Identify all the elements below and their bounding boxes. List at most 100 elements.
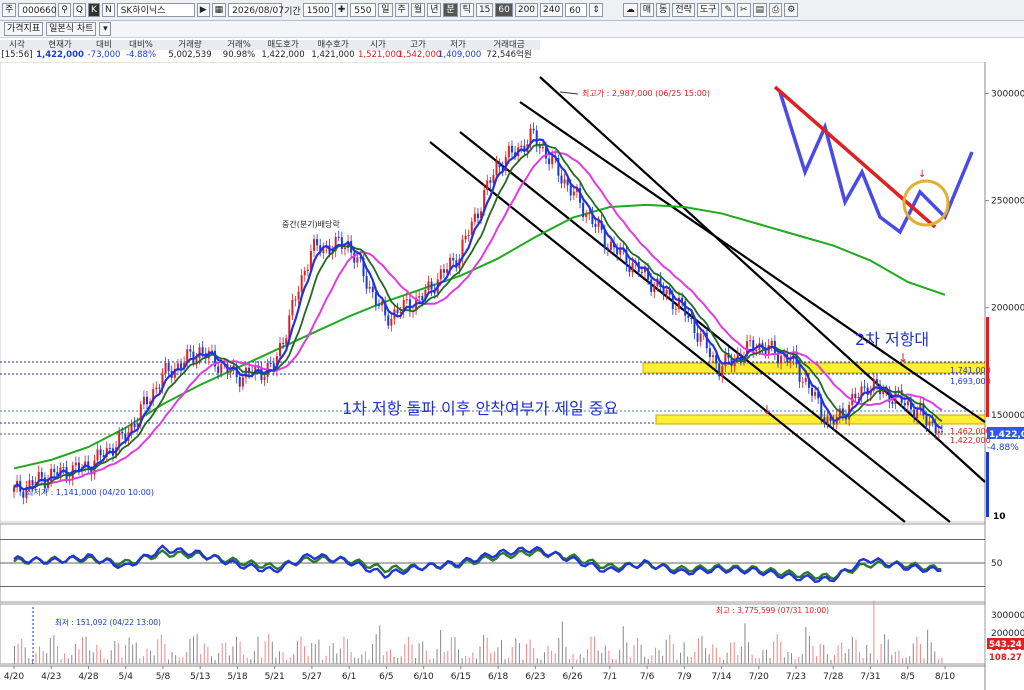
strategy-button[interactable]: 전략 [672, 3, 695, 17]
minute-60-button[interactable]: 60 [495, 3, 513, 17]
quote-col-6: 매도호가 1,422,000 [258, 40, 308, 61]
candle-body [548, 158, 551, 165]
candle-body [712, 355, 715, 357]
volume-bar [42, 651, 44, 664]
x-tick-label: 8/10 [935, 672, 955, 682]
candle-body [229, 370, 232, 373]
unit-week-button[interactable]: 주 [394, 3, 409, 17]
type-select[interactable]: 주 [2, 3, 17, 17]
code-input[interactable]: 000660 [18, 3, 57, 17]
volume-bar [404, 643, 406, 664]
n-button[interactable]: N [101, 3, 115, 17]
resistance-1-text: 1차 저항 돌파 이후 안착여부가 제일 중요 [342, 399, 618, 418]
volume-bar [74, 643, 76, 664]
period-input[interactable]: 1500 [302, 3, 333, 17]
calendar-icon[interactable]: ▦ [211, 3, 227, 17]
stock-name-field[interactable]: SK하이닉스 [116, 3, 195, 17]
volume-bar [726, 652, 728, 664]
unit-minute-button[interactable]: 분 [443, 3, 458, 17]
arrow-down-icon: ↓ [898, 351, 908, 365]
volume-bar [368, 659, 370, 664]
volume-bar [902, 657, 904, 664]
volume-bar [407, 637, 409, 664]
volume-bar [719, 656, 721, 664]
date-input[interactable]: 2026/08/07 [228, 3, 284, 17]
volume-tick-label: 300000 [991, 611, 1024, 621]
volume-bar [622, 626, 624, 664]
unit-year-button[interactable]: 년 [427, 3, 442, 17]
quote-header: 시각 [0, 40, 34, 50]
volume-bar [321, 659, 323, 664]
volume-bar [486, 637, 488, 664]
sketch-zigzag [778, 91, 974, 235]
candle-body [297, 291, 300, 300]
volume-bar [282, 652, 284, 664]
minute-200-button[interactable]: 200 [514, 3, 539, 17]
volume-bar [916, 636, 918, 664]
x-tick-label: 6/23 [525, 672, 545, 682]
volume-bar [343, 636, 345, 664]
volume-bar [422, 641, 424, 664]
settings-icon[interactable]: ⚙ [784, 3, 799, 17]
zoom-icon[interactable]: ✚ [334, 3, 349, 17]
candle-body [875, 379, 878, 385]
candle-body [631, 262, 634, 273]
search-icon[interactable]: ⚲ [58, 3, 71, 17]
volume-bar [39, 646, 41, 664]
scissors-icon[interactable]: ✂ [737, 3, 751, 17]
tools-button[interactable]: 도구 [696, 3, 720, 17]
unit-month-button[interactable]: 월 [410, 3, 426, 17]
unit-day-button[interactable]: 일 [378, 3, 393, 17]
volume-bar [690, 656, 692, 664]
x-tick-label: 7/28 [823, 672, 843, 682]
quote-value: 1,422,000 [36, 50, 84, 60]
candle-body [217, 366, 220, 373]
quote-value: -4.88% [125, 50, 157, 60]
unit-tick-button[interactable]: 틱 [459, 3, 474, 17]
grid-icon[interactable]: ▤ [752, 3, 768, 17]
k-button[interactable]: K [87, 3, 100, 17]
chart-type-dropdown-icon[interactable]: ▾ [99, 22, 112, 36]
candle-body [541, 147, 544, 149]
q-button[interactable]: Q [72, 3, 86, 17]
quote-value: -73,000 [87, 50, 121, 60]
zoom-input[interactable]: 550 [350, 3, 377, 17]
volume-bar [597, 650, 599, 664]
minute-custom-input[interactable]: 60 [565, 3, 588, 17]
volume-bar [139, 658, 141, 664]
minute-240-button[interactable]: 240 [540, 3, 564, 17]
candle-body [532, 128, 535, 131]
volume-bar [293, 654, 295, 664]
print-icon[interactable]: ⎙ [769, 3, 783, 17]
x-tick-label: 5/8 [156, 672, 171, 682]
volume-bar [171, 651, 173, 664]
volume-bar [683, 642, 685, 664]
candle-body [374, 292, 377, 306]
cloud-icon[interactable]: ☁ [622, 3, 638, 17]
wrench-icon[interactable]: ✎ [721, 3, 735, 17]
volume-bar [658, 650, 660, 664]
volume-last-label: 543.24 [989, 640, 1022, 650]
buy-button[interactable]: 매 [639, 3, 655, 17]
play-icon[interactable]: ▶ [196, 3, 210, 17]
candle-body [31, 480, 34, 486]
volume-bar [490, 652, 492, 664]
oscillator-pane: 50 [0, 523, 1003, 603]
volume-bar [232, 646, 234, 664]
quote-table: 시각 [15:56] 현재가 1,422,000 대비 -73,000 대비% -4.88% 거… [0, 40, 560, 62]
sync-button[interactable]: 동 [656, 3, 671, 17]
volume-bar [844, 653, 846, 664]
minute-15-button[interactable]: 15 [475, 3, 494, 17]
quote-header: 시가 [358, 40, 398, 50]
volume-bar [142, 656, 144, 664]
candle-body [609, 242, 612, 250]
candle-body [365, 276, 368, 289]
indicator-button[interactable]: 가격지표 [4, 22, 44, 36]
chart-type-select[interactable]: 일본식 차트 [46, 22, 97, 36]
candle-body [180, 363, 183, 369]
spin-icon[interactable]: ⇕ [589, 3, 603, 17]
volume-bar [794, 659, 796, 664]
volume-bar [17, 643, 19, 664]
price-pane-frame [0, 62, 986, 523]
volume-bar [196, 634, 198, 664]
